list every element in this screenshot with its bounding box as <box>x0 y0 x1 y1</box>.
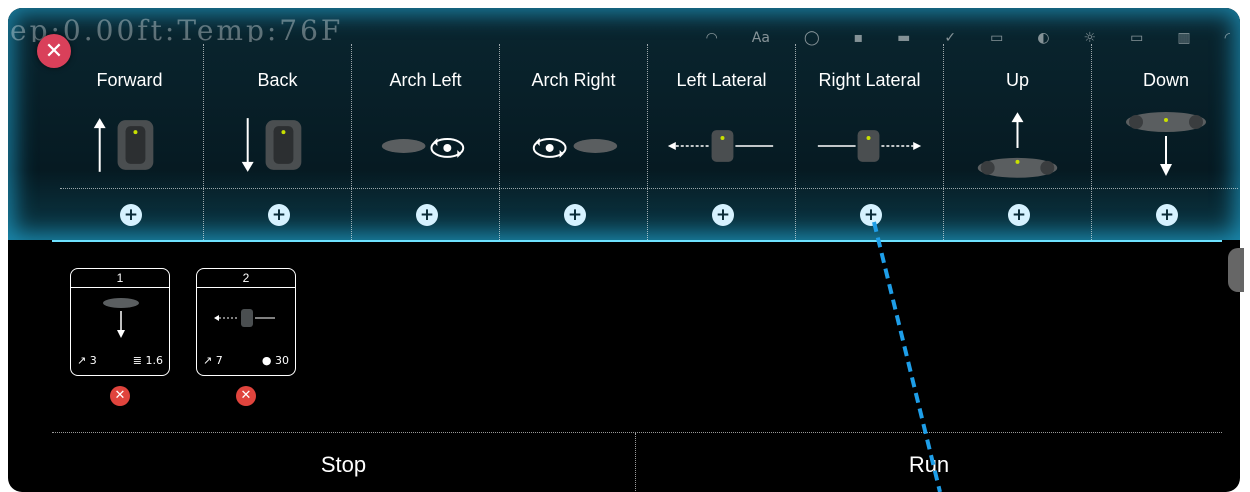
add-up-button[interactable]: + <box>1008 204 1030 226</box>
action-label: Up <box>1005 70 1029 90</box>
up-drone-icon <box>977 112 1058 178</box>
action-label: Right Lateral <box>818 70 921 90</box>
side-handle[interactable] <box>1228 248 1244 292</box>
speed-icon: ↗ <box>203 354 216 367</box>
action-label: Down <box>1142 70 1190 90</box>
queue-item-number: 2 <box>197 269 295 288</box>
motion-panel: ep:0.00ft:Temp:76F ◠ Aa ◯ ▪ ▬ ✓ ▭ ◐ ☼ ▭ … <box>8 8 1240 492</box>
left-lateral-drone-icon <box>214 309 275 327</box>
action-arch-left[interactable]: Arch Left + <box>352 44 500 240</box>
add-down-button[interactable]: + <box>1156 204 1178 226</box>
action-back[interactable]: Back + <box>204 44 352 240</box>
add-arch-right-button[interactable]: + <box>564 204 586 226</box>
left-lateral-drone-icon <box>667 130 774 162</box>
queue-item-1[interactable]: 1 ↗ 3 ≣ 1.6 <box>70 268 170 376</box>
queue-item-number: 1 <box>71 269 169 288</box>
clock-icon: ● <box>261 354 275 367</box>
run-button[interactable]: Run <box>636 452 1222 478</box>
action-label: Back <box>257 70 298 90</box>
speed-stat: ↗ 7 <box>203 354 223 367</box>
stop-button[interactable]: Stop <box>52 452 635 478</box>
bottom-divider <box>52 432 1222 433</box>
distance-value: 1.6 <box>145 354 164 367</box>
distance-icon: ≣ <box>132 354 146 367</box>
add-left-lateral-button[interactable]: + <box>712 204 734 226</box>
action-left-lateral[interactable]: Left Lateral + <box>648 44 796 240</box>
action-forward[interactable]: Forward + <box>56 44 204 240</box>
arch-right-drone-icon <box>532 138 618 158</box>
action-label: Left Lateral <box>676 70 767 90</box>
queue-item-2[interactable]: 2 ↗ 7 ● 30 <box>196 268 296 376</box>
queue-item-stats: ↗ 3 ≣ 1.6 <box>77 354 163 367</box>
right-lateral-drone-icon <box>817 130 922 162</box>
action-list: Forward + Back + Arch Left + Arch Right … <box>56 44 1240 240</box>
add-right-lateral-button[interactable]: + <box>860 204 882 226</box>
queue-item-stats: ↗ 7 ● 30 <box>203 354 289 367</box>
action-bar: ep:0.00ft:Temp:76F ◠ Aa ◯ ▪ ▬ ✓ ▭ ◐ ☼ ▭ … <box>8 8 1240 240</box>
duration-stat: ● 30 <box>262 354 289 367</box>
speed-icon: ↗ <box>77 354 90 367</box>
action-down[interactable]: Down + <box>1092 44 1240 240</box>
action-arch-right[interactable]: Arch Right + <box>500 44 648 240</box>
action-right-lateral[interactable]: Right Lateral + <box>796 44 944 240</box>
action-label: Arch Left <box>389 70 462 90</box>
duration-value: 30 <box>275 354 289 367</box>
remove-queue-item-1-button[interactable]: ✕ <box>110 386 130 406</box>
distance-stat: ≣ 1.6 <box>133 354 163 367</box>
down-drone-icon <box>1126 112 1206 176</box>
forward-drone-icon <box>93 118 154 172</box>
action-label: Arch Right <box>531 70 616 90</box>
action-label: Forward <box>96 70 163 90</box>
speed-stat: ↗ 3 <box>77 354 97 367</box>
down-drone-icon <box>103 298 139 338</box>
add-arch-left-button[interactable]: + <box>416 204 438 226</box>
action-up[interactable]: Up + <box>944 44 1092 240</box>
remove-queue-item-2-button[interactable]: ✕ <box>236 386 256 406</box>
speed-value: 7 <box>215 354 223 367</box>
back-drone-icon <box>241 118 302 172</box>
action-divider <box>60 188 1238 189</box>
section-divider <box>52 240 1222 242</box>
close-button[interactable]: ✕ <box>37 34 71 68</box>
arch-left-drone-icon <box>381 138 465 158</box>
speed-value: 3 <box>89 354 97 367</box>
add-forward-button[interactable]: + <box>120 204 142 226</box>
add-back-button[interactable]: + <box>268 204 290 226</box>
